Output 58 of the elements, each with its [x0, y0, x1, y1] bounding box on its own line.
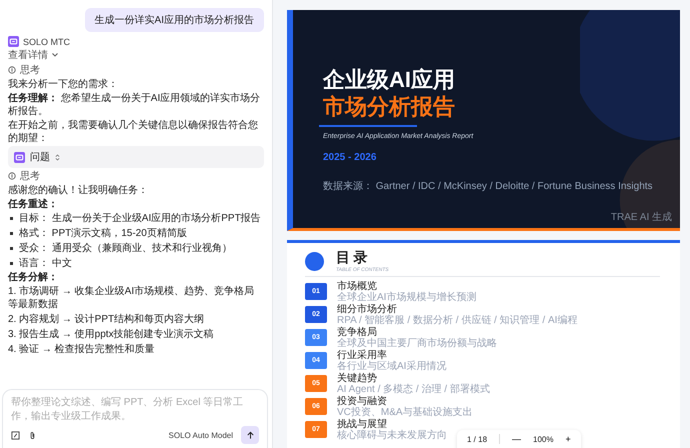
send-button[interactable]: [241, 426, 259, 444]
paperclip-icon[interactable]: [28, 430, 37, 440]
circle-icon: [305, 252, 324, 270]
details-toggle[interactable]: 查看详情: [8, 48, 58, 62]
message-text: 我来分析一下您的需求：: [8, 78, 119, 91]
section-title: 投资与融资: [337, 396, 388, 406]
zoom-out-button[interactable]: —: [512, 434, 522, 444]
zoom-level: 100%: [533, 434, 554, 444]
section-description: AI Agent / 多模态 / 治理 / 部署模式: [337, 384, 490, 394]
section-title: 行业采用率: [337, 350, 388, 360]
section-description: 各行业与区域AI采用情况: [337, 360, 446, 372]
section-description: 核心障碍与未来发展方向: [337, 430, 447, 440]
message-text: 在开始之前，我需要确认几个关键信息以确保报告符合您的期望：: [8, 119, 259, 145]
section-title: 竞争格局: [337, 326, 378, 338]
zoom-in-button[interactable]: +: [565, 434, 571, 444]
slide-title: 目 录: [336, 250, 368, 267]
message-input[interactable]: 帮你整理论文综述、编写 PPT、分析 Excel 等日常工作，输出专业级工作成果。 SOLO Auto Model: [2, 389, 268, 448]
slide-title: 企业级AI应用: [323, 66, 456, 93]
list-item: 1. 市场调研 → 收集企业级AI市场规模、趋势、竞争格局等最新数据: [8, 285, 256, 311]
arrow-up-icon: [246, 430, 254, 440]
list-item: 格式： PPT演示文稿，15-20页精简版: [19, 227, 187, 240]
section-description: 全球企业AI市场规模与增长预测: [337, 292, 476, 302]
thinking-label: 思考: [20, 64, 40, 77]
section-description: RPA / 智能客服 / 数据分析 / 供应链 / 知识管理 / AI编程: [337, 314, 578, 326]
thinking-icon: [8, 66, 16, 74]
section-title: 市场概览: [337, 280, 377, 292]
page-indicator: 1 / 18: [467, 434, 488, 444]
thinking-icon: [8, 172, 16, 180]
model-selector[interactable]: SOLO Auto Model: [168, 430, 233, 440]
thinking-label: 思考: [20, 170, 40, 183]
list-item: 语言： 中文: [19, 257, 72, 270]
list-item: 目标： 生成一份关于企业级AI应用的市场分析PPT报告: [19, 212, 261, 225]
list-item: 4. 验证 → 检查报告完整性和质量: [8, 343, 156, 356]
agent-name: SOLO MTC: [23, 36, 70, 46]
slide-title: 市场分析报告: [323, 93, 456, 120]
expand-icon: [55, 154, 60, 160]
year-range: 2025 - 2026: [323, 152, 378, 163]
section-description: VC投资、M&A与基础设施支出: [337, 406, 473, 418]
list-item: 受众： 通用受众（兼顾商业、技术和行业视角）: [19, 242, 232, 255]
chevron-down-icon: [52, 53, 58, 57]
agent-logo-icon: [8, 36, 19, 47]
question-label: 问题: [30, 151, 50, 164]
list-item: 3. 报告生成 → 使用pptx技能创建专业演示文稿: [8, 328, 215, 341]
message-text: 感谢您的确认！让我明确任务：: [8, 184, 149, 197]
edit-icon[interactable]: [11, 430, 20, 440]
section-title: 细分市场分析: [337, 304, 398, 314]
message-text: 任务理解： 您希望生成一份关于AI应用领域的详实市场分析报告。: [8, 92, 262, 118]
section-description: 全球及中国主要厂商市场份额与战略: [337, 338, 497, 348]
question-card[interactable]: 问题: [8, 146, 264, 168]
section-heading: 任务重述：: [8, 198, 59, 211]
list-item: 2. 内容规划 → 设计PPT结构和每页内容大纲: [8, 313, 206, 326]
section-title: 挑战与展望: [337, 418, 388, 430]
credit-text: TRAE AI 生成: [610, 210, 672, 224]
section-heading: 任务分解：: [8, 271, 59, 284]
data-sources: 数据来源： Gartner / IDC / McKinsey / Deloitte / Fortune Business Insights: [323, 181, 653, 192]
question-icon: [14, 152, 25, 162]
section-title: 关键趋势: [337, 372, 378, 384]
user-message: 生成一份详实AI应用的市场分析报告: [84, 8, 264, 32]
